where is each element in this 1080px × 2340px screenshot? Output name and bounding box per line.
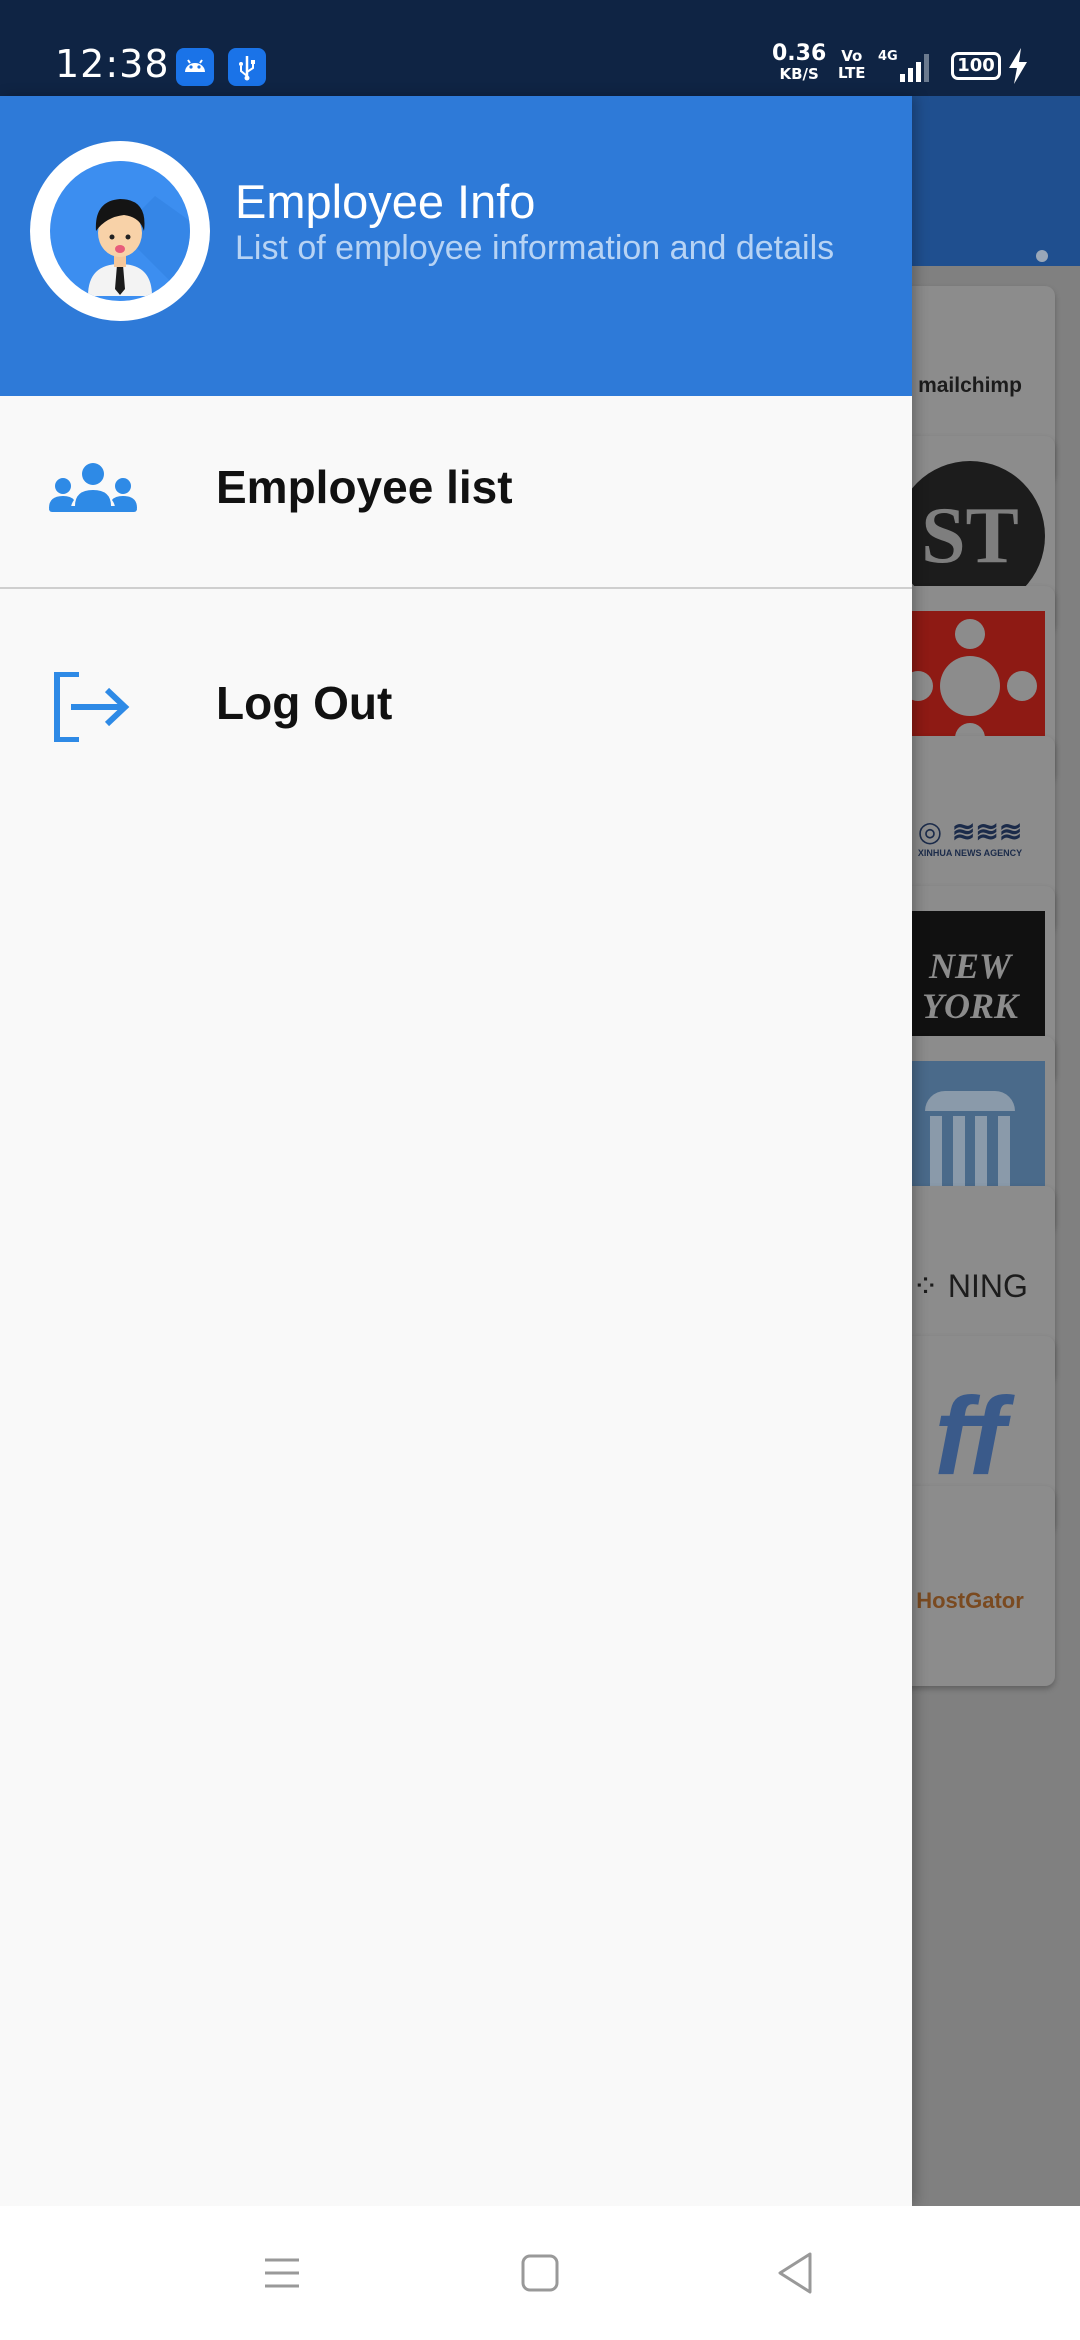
status-bar: 12:38 0.36 KB/S Vo LTE 4G 100 <box>0 0 1080 96</box>
group-icon <box>45 456 141 526</box>
volte-indicator: Vo LTE <box>838 48 866 82</box>
logout-icon <box>45 672 141 742</box>
home-icon[interactable] <box>515 2248 565 2298</box>
list-item: HostGator <box>890 1486 1055 1686</box>
avatar <box>30 141 210 321</box>
navigation-drawer: Employee Info List of employee informati… <box>0 96 912 2206</box>
menu-item-log-out[interactable]: Log Out <box>0 612 912 802</box>
recents-menu-icon[interactable] <box>257 2248 307 2298</box>
drawer-header: Employee Info List of employee informati… <box>0 96 912 396</box>
drawer-subtitle: List of employee information and details <box>235 229 835 267</box>
volte-bottom: LTE <box>838 64 866 82</box>
status-time: 12:38 <box>55 42 170 86</box>
network-speed-unit: KB/S <box>779 65 819 83</box>
menu-item-label: Log Out <box>216 677 393 729</box>
divider <box>0 587 912 589</box>
network-type: 4G <box>878 49 898 64</box>
menu-item-employee-list[interactable]: Employee list <box>0 396 912 586</box>
network-speed: 0.36 KB/S <box>772 41 827 84</box>
back-icon[interactable] <box>770 2248 820 2298</box>
signal-icon: 4G <box>876 46 934 86</box>
system-nav-bar <box>0 2206 1080 2340</box>
employee-avatar-icon <box>50 161 190 301</box>
menu-item-label: Employee list <box>216 461 513 513</box>
hostgator-logo: HostGator <box>916 1588 1024 1613</box>
network-speed-value: 0.36 <box>772 41 827 66</box>
volte-top: Vo <box>841 47 863 65</box>
battery-icon: 100 <box>951 52 1001 80</box>
drawer-title: Employee Info <box>235 175 536 228</box>
charging-icon <box>1007 48 1029 84</box>
android-icon <box>176 48 214 86</box>
usb-icon <box>228 48 266 86</box>
